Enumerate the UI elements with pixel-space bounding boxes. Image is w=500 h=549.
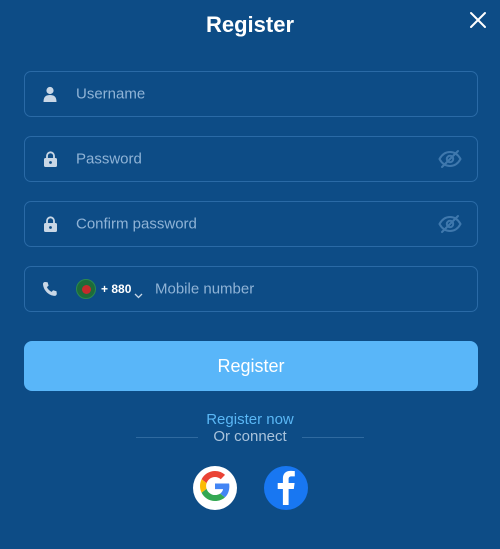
lock-icon: [42, 151, 58, 167]
eye-slash-icon[interactable]: [438, 149, 462, 169]
confirm-password-placeholder: Confirm password: [76, 215, 197, 233]
bangladesh-flag-icon: [76, 279, 96, 299]
lock-icon: [42, 216, 58, 232]
confirm-password-field[interactable]: Confirm password: [24, 201, 478, 247]
mobile-number-field[interactable]: + 880 Mobile number: [24, 266, 478, 312]
register-now-link[interactable]: Register now: [0, 411, 500, 428]
close-icon[interactable]: [468, 10, 488, 30]
username-placeholder: Username: [76, 85, 146, 103]
username-field[interactable]: Username: [24, 71, 478, 117]
google-login-button[interactable]: [193, 466, 237, 510]
divider-right: [302, 437, 364, 438]
password-field[interactable]: Password: [24, 136, 478, 182]
register-button[interactable]: Register: [24, 341, 478, 391]
facebook-login-button[interactable]: [264, 466, 308, 510]
eye-slash-icon[interactable]: [438, 214, 462, 234]
chevron-down-icon: [134, 286, 143, 299]
google-icon: [200, 470, 230, 506]
or-connect-label: Or connect: [213, 428, 287, 445]
user-icon: [42, 86, 58, 102]
facebook-icon: [264, 466, 308, 510]
phone-icon: [42, 281, 58, 297]
country-code: + 880: [101, 282, 132, 296]
page-title: Register: [205, 12, 295, 37]
country-code-select[interactable]: + 880: [76, 279, 143, 299]
password-placeholder: Password: [76, 150, 142, 168]
mobile-number-placeholder: Mobile number: [155, 280, 255, 298]
